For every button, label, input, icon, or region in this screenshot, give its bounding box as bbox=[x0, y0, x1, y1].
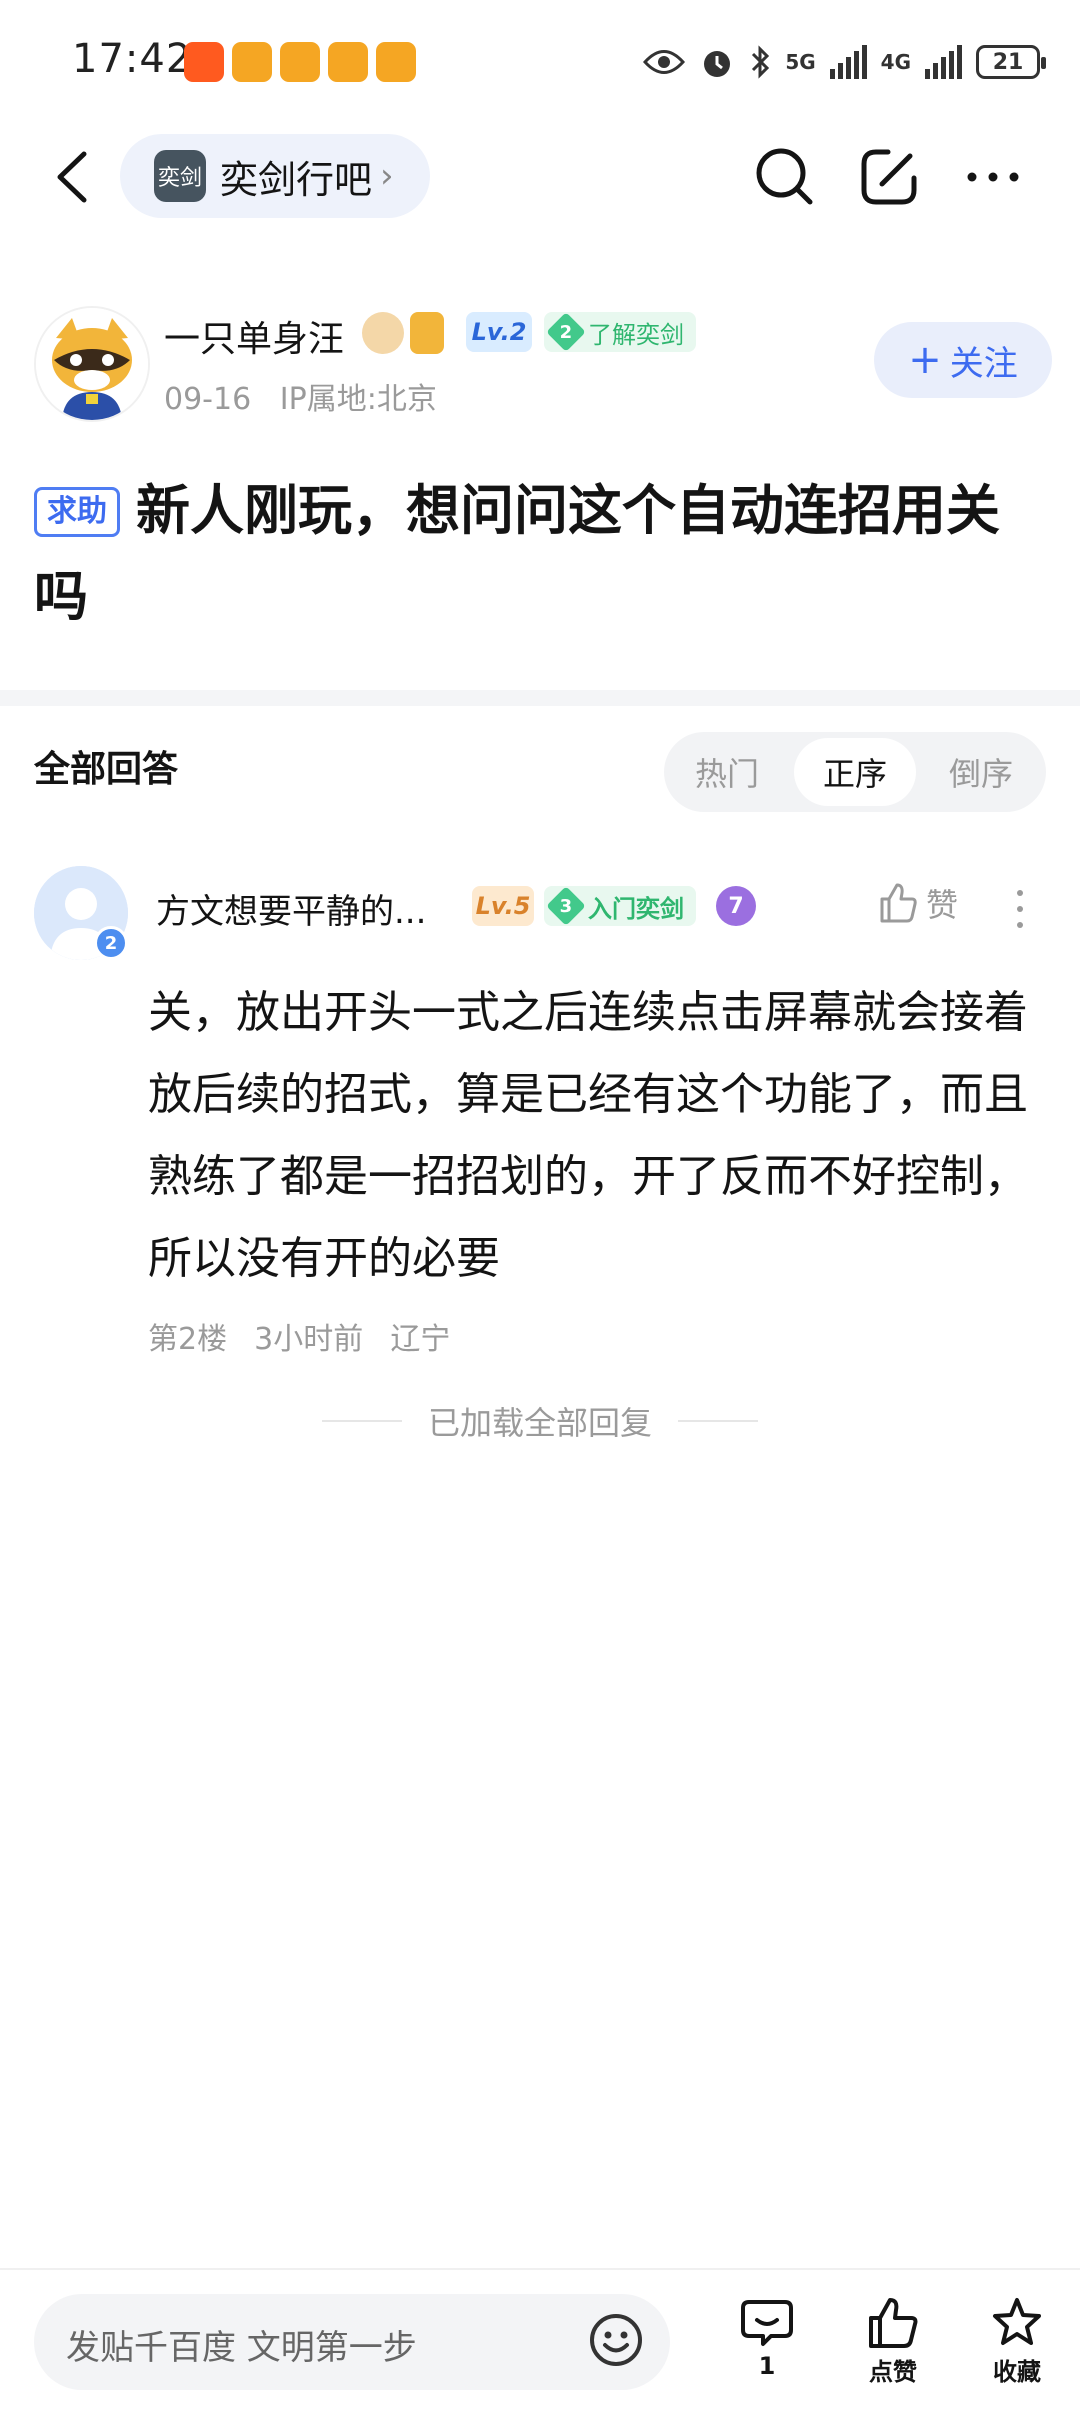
reply-like-button[interactable]: 赞 bbox=[876, 880, 958, 926]
gem-icon: 3 bbox=[546, 886, 586, 926]
network-5g-label: 5G bbox=[785, 50, 816, 74]
author-level-badge: Lv.2 bbox=[466, 312, 532, 352]
weibo-notification-icon bbox=[232, 42, 272, 82]
signal-icon bbox=[925, 45, 962, 79]
reply-input-placeholder: 发贴千百度 文明第一步 bbox=[66, 2328, 417, 2368]
chevron-left-icon bbox=[57, 151, 87, 203]
reply-content: 关，放出开头一式之后连续点击屏幕就会接着放后续的招式，算是已经有这个功能了，而且… bbox=[148, 987, 1028, 1284]
star-icon bbox=[993, 2298, 1041, 2345]
tab-descending[interactable]: 倒序 bbox=[920, 738, 1042, 806]
tab-ascending[interactable]: 正序 bbox=[794, 738, 916, 806]
follow-button[interactable]: + 关注 bbox=[874, 322, 1052, 398]
comment-count: 1 bbox=[758, 2352, 776, 2380]
reply-title: 入门奕剑 bbox=[588, 894, 684, 923]
post-ip-location: IP属地:北京 bbox=[279, 382, 437, 417]
emoji-icon[interactable] bbox=[586, 2310, 646, 2370]
divider-line bbox=[678, 1420, 758, 1422]
battery-level: 21 bbox=[992, 49, 1024, 75]
post-date: 09-16 bbox=[164, 382, 252, 417]
search-button[interactable] bbox=[748, 140, 822, 214]
plus-icon: + bbox=[908, 337, 942, 383]
post-title-block: 求助 新人刚玩，想问问这个自动连招用关吗 bbox=[34, 468, 1044, 640]
sort-segmented-control: 热门 正序 倒序 bbox=[664, 732, 1046, 812]
forum-name: 奕剑行吧 bbox=[220, 157, 373, 202]
like-post-label: 点赞 bbox=[869, 2358, 917, 2386]
edit-button[interactable] bbox=[852, 140, 926, 214]
reply-time: 3小时前 bbox=[254, 1322, 364, 1357]
alarm-icon bbox=[704, 51, 731, 77]
post-title: 新人刚玩，想问问这个自动连招用关吗 bbox=[34, 479, 1000, 628]
reply-location: 辽宁 bbox=[390, 1322, 451, 1357]
status-time: 17:42 bbox=[72, 36, 193, 82]
author-level: Lv.2 bbox=[471, 318, 527, 346]
gem-icon: 2 bbox=[546, 312, 586, 352]
reply-title-level: 3 bbox=[559, 895, 573, 917]
reply-meta: 第2楼 3小时前 辽宁 bbox=[148, 1314, 450, 1358]
reply-author-name[interactable]: 方文想要平静的... bbox=[156, 884, 426, 933]
author-name[interactable]: 一只单身汪 bbox=[164, 310, 344, 362]
follow-label: 关注 bbox=[949, 343, 1018, 384]
reply-floor: 第2楼 bbox=[148, 1322, 228, 1357]
signal-icon bbox=[829, 45, 867, 79]
avatar-level-badge: 2 bbox=[94, 926, 128, 960]
tab-hot[interactable]: 热门 bbox=[666, 738, 788, 806]
thumbs-up-icon bbox=[869, 2298, 918, 2348]
thumbs-up-icon bbox=[880, 883, 917, 923]
author-title: 了解奕剑 bbox=[588, 320, 684, 349]
post-meta: 09-16 IP属地:北京 bbox=[164, 374, 437, 418]
reply-level: Lv.5 bbox=[475, 892, 531, 920]
kuaishou-notification-icon bbox=[184, 42, 224, 82]
back-button[interactable] bbox=[46, 142, 106, 212]
network-4g-label: 4G bbox=[880, 50, 911, 74]
more-vertical-icon bbox=[1017, 890, 1023, 928]
author-title-level: 2 bbox=[559, 321, 573, 343]
chevron-right-icon: › bbox=[380, 156, 394, 196]
eye-icon bbox=[643, 50, 686, 74]
dog-emoji-icon bbox=[362, 312, 404, 354]
forum-link[interactable]: 奕剑 奕剑行吧 › bbox=[120, 134, 430, 218]
favorite-button[interactable]: 收藏 bbox=[962, 2296, 1072, 2387]
more-options-button[interactable] bbox=[956, 140, 1030, 214]
weibo-notification-icon bbox=[328, 42, 368, 82]
reply-input[interactable]: 发贴千百度 文明第一步 bbox=[34, 2294, 670, 2390]
more-horizontal-icon bbox=[967, 172, 1019, 182]
author-title-badge: 2 了解奕剑 bbox=[544, 312, 696, 352]
status-bar: 17:42 5G 4G 21 bbox=[0, 0, 1080, 120]
comment-button[interactable]: 1 bbox=[712, 2296, 822, 2380]
comment-icon bbox=[741, 2300, 793, 2346]
forum-logo: 奕剑 bbox=[154, 150, 206, 202]
raccoon-avatar-icon bbox=[36, 308, 148, 420]
loaded-all-text: 已加载全部回复 bbox=[427, 1404, 652, 1442]
reply-like-label: 赞 bbox=[926, 886, 959, 924]
battery-icon: 21 bbox=[976, 45, 1046, 79]
reply-extra-badge: 7 bbox=[716, 886, 756, 926]
reply-more-button[interactable] bbox=[1010, 884, 1030, 934]
weibo-notification-icon bbox=[280, 42, 320, 82]
answers-header: 全部回答 bbox=[34, 749, 179, 790]
loaded-all-indicator: 已加载全部回复 bbox=[0, 1398, 1080, 1444]
reply-title-badge: 3 入门奕剑 bbox=[544, 886, 696, 926]
like-post-button[interactable]: 点赞 bbox=[838, 2296, 948, 2387]
status-icons: 5G 4G 21 bbox=[643, 40, 1046, 84]
beer-emoji-icon bbox=[410, 312, 444, 354]
author-avatar[interactable] bbox=[34, 306, 150, 422]
favorite-label: 收藏 bbox=[993, 2358, 1041, 2386]
edit-icon bbox=[861, 149, 917, 205]
help-tag: 求助 bbox=[34, 487, 120, 537]
section-divider bbox=[0, 690, 1080, 706]
forum-logo-text: 奕剑 bbox=[157, 166, 202, 191]
weibo-notification-icon bbox=[376, 42, 416, 82]
divider-line bbox=[321, 1420, 402, 1422]
search-icon bbox=[756, 148, 813, 205]
bluetooth-icon bbox=[752, 45, 770, 79]
reply-level-badge: Lv.5 bbox=[472, 886, 534, 926]
reply-extra-badge-value: 7 bbox=[728, 893, 744, 919]
